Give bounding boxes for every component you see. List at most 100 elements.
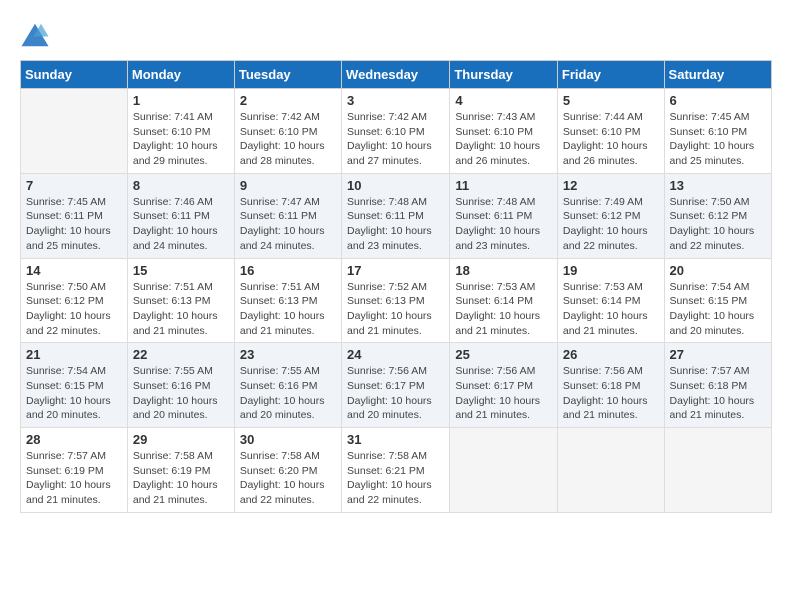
day-number: 16: [240, 263, 336, 278]
day-info: Sunrise: 7:48 AM Sunset: 6:11 PM Dayligh…: [347, 195, 444, 254]
day-info: Sunrise: 7:51 AM Sunset: 6:13 PM Dayligh…: [133, 280, 229, 339]
day-number: 15: [133, 263, 229, 278]
week-row-4: 21 Sunrise: 7:54 AM Sunset: 6:15 PM Dayli…: [21, 343, 772, 428]
day-info: Sunrise: 7:55 AM Sunset: 6:16 PM Dayligh…: [133, 364, 229, 423]
day-number: 1: [133, 93, 229, 108]
day-info: Sunrise: 7:50 AM Sunset: 6:12 PM Dayligh…: [670, 195, 766, 254]
day-number: 23: [240, 347, 336, 362]
day-info: Sunrise: 7:42 AM Sunset: 6:10 PM Dayligh…: [347, 110, 444, 169]
day-cell: 12 Sunrise: 7:49 AM Sunset: 6:12 PM Dayli…: [557, 173, 664, 258]
day-cell: 16 Sunrise: 7:51 AM Sunset: 6:13 PM Dayli…: [234, 258, 341, 343]
day-info: Sunrise: 7:43 AM Sunset: 6:10 PM Dayligh…: [455, 110, 552, 169]
day-info: Sunrise: 7:41 AM Sunset: 6:10 PM Dayligh…: [133, 110, 229, 169]
day-info: Sunrise: 7:56 AM Sunset: 6:17 PM Dayligh…: [347, 364, 444, 423]
day-cell: 9Sunrise: 7:47 AM Sunset: 6:11 PM Daylig…: [234, 173, 341, 258]
day-number: 21: [26, 347, 122, 362]
day-header-tuesday: Tuesday: [234, 61, 341, 89]
week-row-2: 7 Sunrise: 7:45 AM Sunset: 6:11 PM Daylig…: [21, 173, 772, 258]
day-number: 17: [347, 263, 444, 278]
day-number: 25: [455, 347, 552, 362]
logo-icon: [20, 20, 50, 50]
day-number: 24: [347, 347, 444, 362]
day-number: 14: [26, 263, 122, 278]
day-number: 3: [347, 93, 444, 108]
day-header-friday: Friday: [557, 61, 664, 89]
day-cell: 10 Sunrise: 7:48 AM Sunset: 6:11 PM Dayli…: [342, 173, 450, 258]
day-cell: 24 Sunrise: 7:56 AM Sunset: 6:17 PM Dayli…: [342, 343, 450, 428]
day-cell: 31 Sunrise: 7:58 AM Sunset: 6:21 PM Dayli…: [342, 428, 450, 513]
day-info: Sunrise: 7:58 AM Sunset: 6:21 PM Dayligh…: [347, 449, 444, 508]
day-cell: 2 Sunrise: 7:42 AM Sunset: 6:10 PM Daylig…: [234, 89, 341, 174]
day-header-wednesday: Wednesday: [342, 61, 450, 89]
day-number: 28: [26, 432, 122, 447]
day-info: Sunrise: 7:49 AM Sunset: 6:12 PM Dayligh…: [563, 195, 659, 254]
day-number: 11: [455, 178, 552, 193]
day-cell: [450, 428, 558, 513]
day-info: Sunrise: 7:46 AM Sunset: 6:11 PM Dayligh…: [133, 195, 229, 254]
day-info: Sunrise: 7:42 AM Sunset: 6:10 PM Dayligh…: [240, 110, 336, 169]
day-number: 13: [670, 178, 766, 193]
day-info: Sunrise: 7:54 AM Sunset: 6:15 PM Dayligh…: [670, 280, 766, 339]
day-info: Sunrise: 7:53 AM Sunset: 6:14 PM Dayligh…: [455, 280, 552, 339]
day-number: 30: [240, 432, 336, 447]
day-info: Sunrise: 7:45 AM Sunset: 6:11 PM Dayligh…: [26, 195, 122, 254]
logo: [20, 20, 54, 50]
day-cell: 7 Sunrise: 7:45 AM Sunset: 6:11 PM Daylig…: [21, 173, 128, 258]
week-row-1: 1 Sunrise: 7:41 AM Sunset: 6:10 PM Daylig…: [21, 89, 772, 174]
day-cell: 28 Sunrise: 7:57 AM Sunset: 6:19 PM Dayli…: [21, 428, 128, 513]
day-cell: [21, 89, 128, 174]
day-cell: 8 Sunrise: 7:46 AM Sunset: 6:11 PM Daylig…: [127, 173, 234, 258]
day-cell: 15 Sunrise: 7:51 AM Sunset: 6:13 PM Dayli…: [127, 258, 234, 343]
day-number: 10: [347, 178, 444, 193]
day-info: Sunrise: 7:54 AM Sunset: 6:15 PM Dayligh…: [26, 364, 122, 423]
week-row-3: 14 Sunrise: 7:50 AM Sunset: 6:12 PM Dayli…: [21, 258, 772, 343]
day-cell: 6 Sunrise: 7:45 AM Sunset: 6:10 PM Daylig…: [664, 89, 771, 174]
day-cell: [557, 428, 664, 513]
day-info: Sunrise: 7:56 AM Sunset: 6:18 PM Dayligh…: [563, 364, 659, 423]
day-cell: 5Sunrise: 7:44 AM Sunset: 6:10 PM Daylig…: [557, 89, 664, 174]
day-number: 5: [563, 93, 659, 108]
day-number: 6: [670, 93, 766, 108]
day-number: 18: [455, 263, 552, 278]
header-row: SundayMondayTuesdayWednesdayThursdayFrid…: [21, 61, 772, 89]
day-number: 26: [563, 347, 659, 362]
day-number: 31: [347, 432, 444, 447]
day-number: 9: [240, 178, 336, 193]
day-number: 22: [133, 347, 229, 362]
day-cell: [664, 428, 771, 513]
day-cell: 19Sunrise: 7:53 AM Sunset: 6:14 PM Dayli…: [557, 258, 664, 343]
day-cell: 30 Sunrise: 7:58 AM Sunset: 6:20 PM Dayli…: [234, 428, 341, 513]
day-cell: 29Sunrise: 7:58 AM Sunset: 6:19 PM Dayli…: [127, 428, 234, 513]
day-number: 12: [563, 178, 659, 193]
day-cell: 17 Sunrise: 7:52 AM Sunset: 6:13 PM Dayli…: [342, 258, 450, 343]
day-number: 19: [563, 263, 659, 278]
week-row-5: 28 Sunrise: 7:57 AM Sunset: 6:19 PM Dayli…: [21, 428, 772, 513]
day-cell: 26 Sunrise: 7:56 AM Sunset: 6:18 PM Dayli…: [557, 343, 664, 428]
day-info: Sunrise: 7:56 AM Sunset: 6:17 PM Dayligh…: [455, 364, 552, 423]
day-info: Sunrise: 7:57 AM Sunset: 6:18 PM Dayligh…: [670, 364, 766, 423]
day-cell: 14 Sunrise: 7:50 AM Sunset: 6:12 PM Dayli…: [21, 258, 128, 343]
day-number: 2: [240, 93, 336, 108]
day-info: Sunrise: 7:51 AM Sunset: 6:13 PM Dayligh…: [240, 280, 336, 339]
day-info: Sunrise: 7:45 AM Sunset: 6:10 PM Dayligh…: [670, 110, 766, 169]
day-cell: 3 Sunrise: 7:42 AM Sunset: 6:10 PM Daylig…: [342, 89, 450, 174]
day-info: Sunrise: 7:58 AM Sunset: 6:19 PM Dayligh…: [133, 449, 229, 508]
day-info: Sunrise: 7:50 AM Sunset: 6:12 PM Dayligh…: [26, 280, 122, 339]
day-header-monday: Monday: [127, 61, 234, 89]
day-cell: 23 Sunrise: 7:55 AM Sunset: 6:16 PM Dayli…: [234, 343, 341, 428]
day-number: 27: [670, 347, 766, 362]
day-info: Sunrise: 7:55 AM Sunset: 6:16 PM Dayligh…: [240, 364, 336, 423]
day-header-thursday: Thursday: [450, 61, 558, 89]
day-number: 7: [26, 178, 122, 193]
day-number: 8: [133, 178, 229, 193]
day-info: Sunrise: 7:58 AM Sunset: 6:20 PM Dayligh…: [240, 449, 336, 508]
day-header-sunday: Sunday: [21, 61, 128, 89]
day-cell: 4Sunrise: 7:43 AM Sunset: 6:10 PM Daylig…: [450, 89, 558, 174]
day-cell: 18 Sunrise: 7:53 AM Sunset: 6:14 PM Dayli…: [450, 258, 558, 343]
day-info: Sunrise: 7:52 AM Sunset: 6:13 PM Dayligh…: [347, 280, 444, 339]
day-cell: 11Sunrise: 7:48 AM Sunset: 6:11 PM Dayli…: [450, 173, 558, 258]
calendar: SundayMondayTuesdayWednesdayThursdayFrid…: [20, 60, 772, 513]
day-cell: 22 Sunrise: 7:55 AM Sunset: 6:16 PM Dayli…: [127, 343, 234, 428]
day-info: Sunrise: 7:57 AM Sunset: 6:19 PM Dayligh…: [26, 449, 122, 508]
day-cell: 1 Sunrise: 7:41 AM Sunset: 6:10 PM Daylig…: [127, 89, 234, 174]
